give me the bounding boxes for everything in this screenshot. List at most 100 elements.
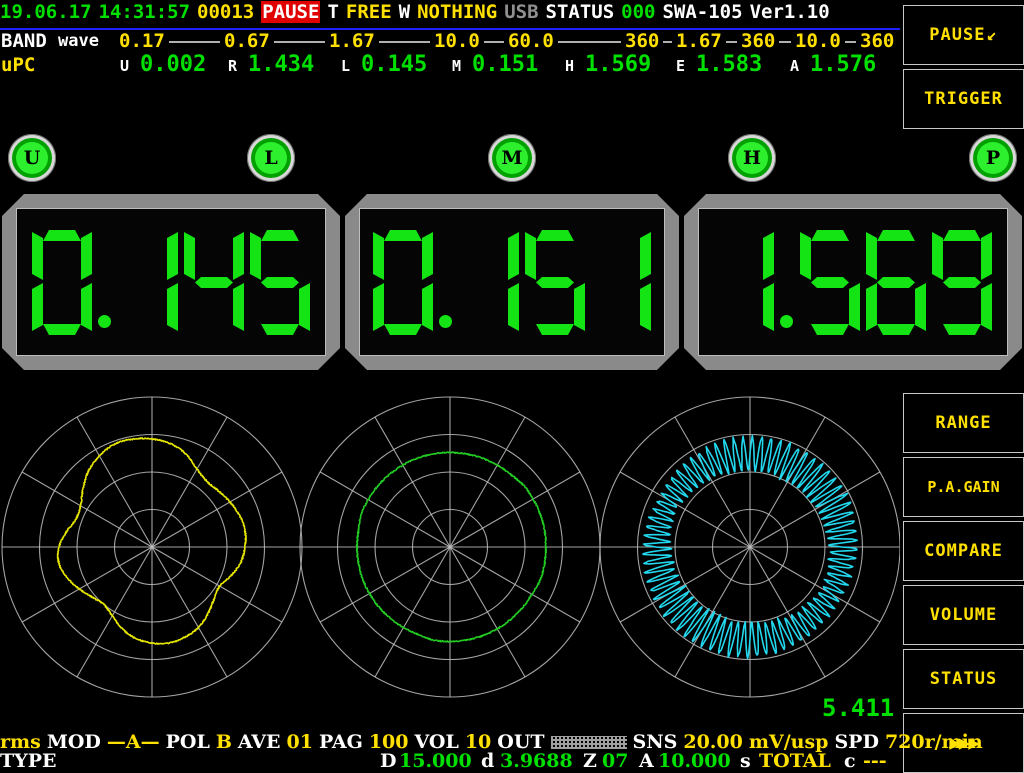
w-key-label: W <box>398 1 411 23</box>
segment-c <box>640 283 651 331</box>
segment-a <box>384 230 422 241</box>
status-field: TOTAL <box>759 750 831 772</box>
plot-readout-value: 5.411 <box>822 694 895 722</box>
seven-segment-meter-1 <box>2 194 340 370</box>
seven-segment-digit <box>799 228 861 336</box>
segment-b <box>508 232 519 280</box>
upc-row: uPC U 0.002 R 1.434 L 0.145 M 0.151 H 1.569 E 1.583… <box>0 52 902 77</box>
status-field: 3.9688 <box>500 750 573 772</box>
segment-f <box>866 232 877 280</box>
status-field: D <box>380 750 397 772</box>
segment-e <box>866 283 877 331</box>
softkey-label: P.A.GAIN <box>927 478 1000 496</box>
trigger-key-label: T <box>327 1 339 23</box>
led-label: H <box>743 147 761 169</box>
status-label: STATUS <box>545 1 615 23</box>
band-connector <box>845 41 856 43</box>
upc-channel-value: 0.145 <box>361 52 428 77</box>
segment-d <box>536 324 574 335</box>
meter-digits <box>17 209 325 355</box>
softkey-pa-gain[interactable]: P.A.GAIN <box>903 457 1024 517</box>
segment-d <box>43 324 81 335</box>
seven-segment-digit <box>117 228 179 336</box>
softkey-label: COMPARE <box>924 541 1003 561</box>
softkey-volume[interactable]: VOLUME <box>903 585 1024 645</box>
seven-segment-digit <box>31 228 93 336</box>
pause-status-badge: PAUSE <box>261 1 321 23</box>
status-value: 000 <box>621 1 656 23</box>
upc-channel-key: H <box>565 57 575 75</box>
status-field: 10.000 <box>658 750 731 772</box>
segment-a <box>261 230 299 241</box>
softkey-compare[interactable]: COMPARE <box>903 521 1024 581</box>
upc-channel-key: U <box>120 57 130 75</box>
softkey-range[interactable]: RANGE <box>903 393 1024 453</box>
date-display: 19.06.17 <box>0 1 92 23</box>
wave-label: wave <box>58 31 99 51</box>
led-label: M <box>501 147 523 169</box>
segment-d <box>384 324 422 335</box>
band-value: 360 <box>625 30 660 52</box>
segment-f <box>373 232 384 280</box>
polar-plot-mid <box>299 396 601 698</box>
band-connector <box>169 41 220 43</box>
band-value: 360 <box>741 30 776 52</box>
band-value: 1.67 <box>676 30 722 52</box>
seven-segment-decimal-point <box>777 228 797 336</box>
led-label: L <box>264 147 278 169</box>
segment-b <box>422 232 433 280</box>
softkey-pause[interactable]: PAUSE ↙ <box>903 5 1024 65</box>
band-value: 10.0 <box>434 30 480 52</box>
top-status-line: 19.06.17 14:31:57 00013 PAUSE T FREE W N… <box>0 1 900 23</box>
segment-f <box>250 232 261 280</box>
meter-lcd-panel <box>359 208 665 356</box>
upc-channel-value: 1.576 <box>810 52 877 77</box>
segment-a <box>536 230 574 241</box>
segment-b <box>81 232 92 280</box>
segment-f <box>32 232 43 280</box>
polar-plot-low <box>1 396 303 698</box>
segment-c <box>299 283 310 331</box>
band-connector <box>663 41 672 43</box>
led-indicator-u[interactable]: U <box>8 134 56 182</box>
segment-f <box>800 232 811 280</box>
segment-g <box>195 277 233 288</box>
output-level-bar <box>550 736 627 749</box>
band-connector <box>379 41 430 43</box>
softkey-trigger[interactable]: TRIGGER <box>903 69 1024 129</box>
led-indicator-m[interactable]: M <box>488 134 536 182</box>
status-field: TYPE <box>0 750 57 772</box>
upc-channel-value: 0.151 <box>472 52 539 77</box>
band-value: 360 <box>860 30 895 52</box>
led-indicator-l[interactable]: L <box>247 134 295 182</box>
softkey-label: TRIGGER <box>924 89 1003 109</box>
seven-segment-decimal-point <box>95 228 115 336</box>
seven-segment-digit <box>524 228 586 336</box>
trigger-mode-value: FREE <box>345 1 392 23</box>
softkey-label: PAUSE <box>929 25 986 45</box>
meter-digits <box>360 209 664 355</box>
segment-e <box>373 283 384 331</box>
segment-c <box>763 283 774 331</box>
device-model: SWA-105 <box>662 1 743 23</box>
upc-channel-key: M <box>452 57 462 75</box>
band-scale-row: BAND wave 0.17 0.67 1.67 10.0 60.0 360 1.67 360… <box>0 30 902 53</box>
counter-display: 00013 <box>197 1 255 23</box>
polar-plot-area <box>0 378 901 726</box>
softkey-label: STATUS <box>929 669 998 689</box>
upc-channel-key: E <box>676 57 686 75</box>
status-field: c <box>844 750 856 772</box>
seven-segment-digit <box>458 228 520 336</box>
segment-g <box>261 277 299 288</box>
status-field: d <box>481 750 495 772</box>
time-display: 14:31:57 <box>98 1 191 23</box>
seven-segment-digit <box>590 228 652 336</box>
segment-b <box>640 232 651 280</box>
led-indicator-h[interactable]: H <box>728 134 776 182</box>
softkey-status[interactable]: STATUS <box>903 649 1024 709</box>
band-connector <box>558 41 621 43</box>
softkey-sidebar: PAUSE ↙ TRIGGER RANGE P.A.GAIN COMPARE VOLUME S… <box>903 0 1024 773</box>
status-bar-row-2: TYPE D 15.000 d 3.9688 Z 07 A 10.000 s TOTAL c --- <box>0 750 1024 772</box>
status-field: A <box>639 750 654 772</box>
segment-g <box>536 277 574 288</box>
